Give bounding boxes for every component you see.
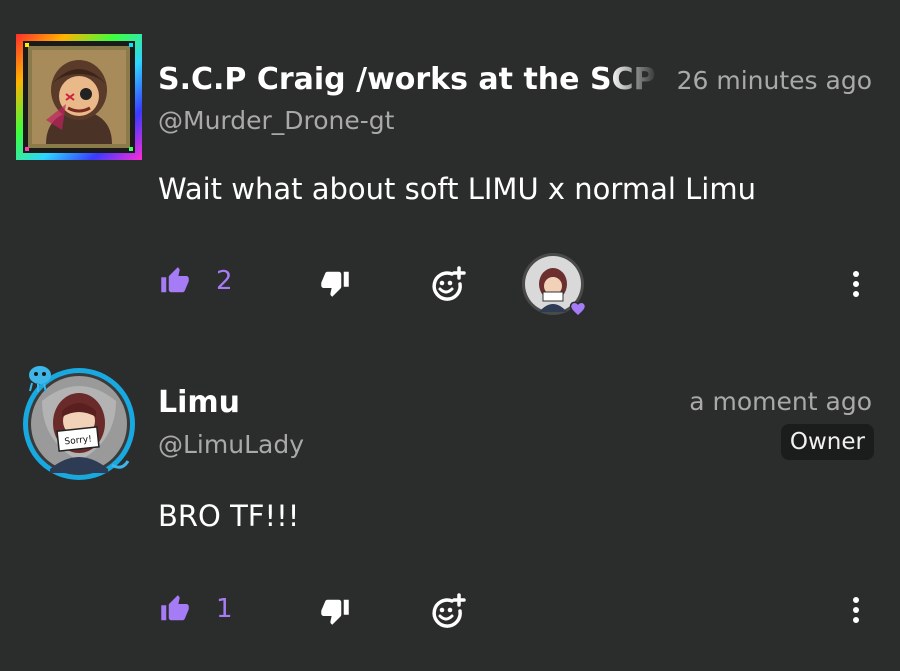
like-count: 2 <box>216 266 233 296</box>
author-avatar[interactable]: Sorry! <box>22 361 140 483</box>
comment-item: Sorry! Limu a moment ago @LimuLady Owner… <box>0 335 900 671</box>
author-handle[interactable]: @LimuLady <box>158 430 304 459</box>
thumbs-down-icon <box>321 271 349 297</box>
more-vertical-icon <box>853 271 859 277</box>
author-avatar[interactable] <box>16 34 142 160</box>
comment-item: S.C.P Craig /works at the SCP foundation… <box>0 0 900 335</box>
add-reaction-icon <box>432 593 466 628</box>
more-options-button[interactable] <box>846 268 866 302</box>
thumbs-up-icon <box>161 595 189 621</box>
add-reaction-button[interactable] <box>430 266 466 302</box>
more-options-button[interactable] <box>846 594 866 628</box>
comment-time: a moment ago <box>689 387 872 416</box>
like-button[interactable]: 1 <box>160 594 233 624</box>
owner-badge: Owner <box>780 424 874 460</box>
add-reaction-button[interactable] <box>430 593 466 629</box>
thumbs-down-icon <box>321 599 349 625</box>
comment-time: 26 minutes ago <box>676 66 872 95</box>
name-fade <box>610 62 670 102</box>
heart-icon <box>569 301 587 318</box>
author-name[interactable]: Limu <box>158 385 240 420</box>
dislike-button[interactable] <box>320 596 350 626</box>
avatar-image: Sorry! <box>23 366 135 480</box>
dislike-button[interactable] <box>320 268 350 298</box>
avatar-image <box>16 34 142 160</box>
like-button[interactable]: 2 <box>160 266 233 296</box>
more-vertical-icon <box>853 597 859 603</box>
author-handle[interactable]: @Murder_Drone-gt <box>158 106 394 135</box>
add-reaction-icon <box>432 266 466 301</box>
comment-text: Wait what about soft LIMU x normal Limu <box>158 172 756 206</box>
comment-text: BRO TF!!! <box>158 499 300 533</box>
creator-heart-avatar <box>521 252 589 320</box>
thumbs-up-icon <box>161 267 189 293</box>
author-name[interactable]: S.C.P Craig /works at the SCP foundation… <box>158 62 663 102</box>
like-count: 1 <box>216 594 233 624</box>
